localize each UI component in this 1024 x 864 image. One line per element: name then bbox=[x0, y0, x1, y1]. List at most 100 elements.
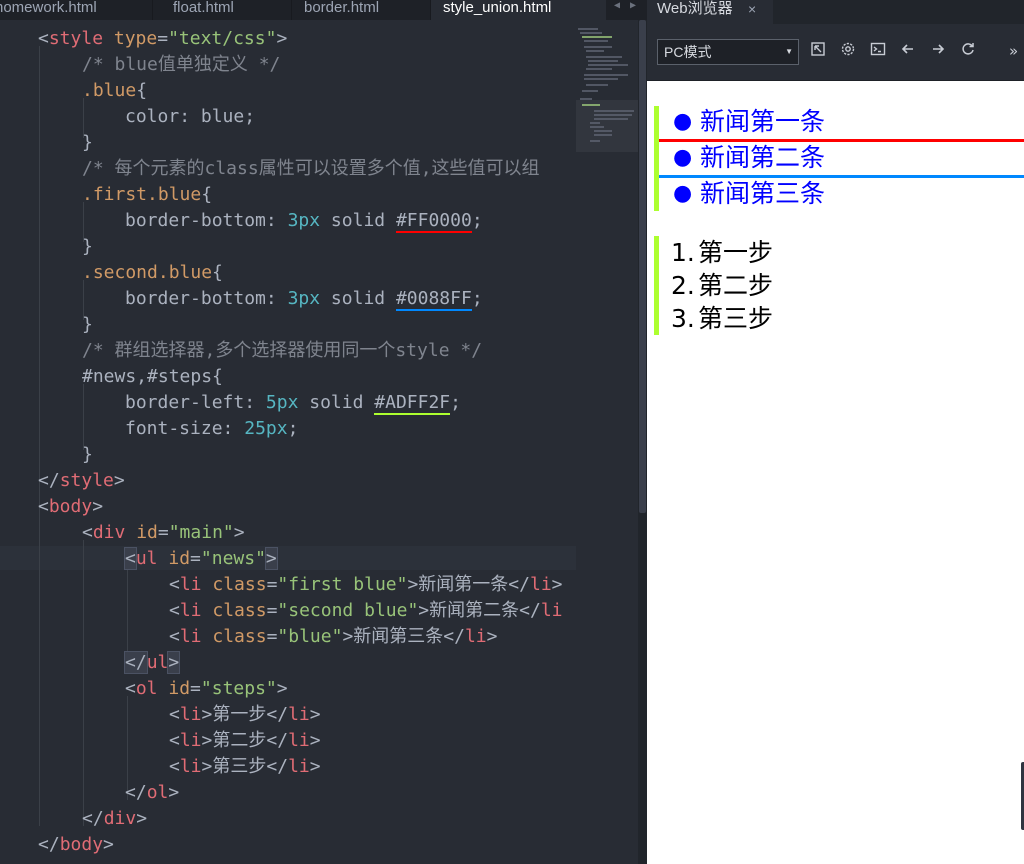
token: } bbox=[82, 132, 93, 153]
token: > bbox=[486, 626, 498, 647]
tab-scroll-right-icon[interactable]: ▶ bbox=[630, 0, 636, 12]
minimap[interactable] bbox=[576, 20, 638, 864]
token: < bbox=[169, 756, 180, 777]
token: div bbox=[92, 522, 126, 543]
code-line-5: } bbox=[0, 130, 93, 156]
token: > bbox=[233, 522, 245, 543]
code-line-22: <li class="first blue">新闻第一条</li> bbox=[0, 572, 563, 598]
token: < bbox=[82, 522, 93, 543]
token: </ bbox=[82, 808, 104, 829]
code-editor[interactable]: <style type="text/css"> /* blue值单独定义 */ … bbox=[0, 20, 576, 864]
token: : bbox=[244, 392, 266, 413]
token: ; bbox=[287, 418, 299, 439]
tab-style-union-html[interactable]: style_union.html bbox=[431, 0, 606, 20]
minimap-line bbox=[584, 78, 618, 80]
minimap-viewport[interactable] bbox=[576, 100, 638, 152]
code-line-12: } bbox=[0, 312, 93, 338]
token: 第一步 bbox=[212, 704, 267, 725]
matched-bracket: > bbox=[264, 547, 278, 570]
settings-icon[interactable] bbox=[838, 41, 858, 61]
code-line-3: .blue{ bbox=[0, 78, 147, 104]
property: border-bottom bbox=[125, 288, 266, 309]
tab-border-html[interactable]: border.html bbox=[292, 0, 430, 20]
token: < bbox=[169, 626, 180, 647]
tab-homework-html[interactable]: homework.html bbox=[0, 0, 152, 20]
step-label: 第三步 bbox=[698, 304, 774, 333]
code-line-17: } bbox=[0, 442, 93, 468]
selector: #news,#steps bbox=[82, 366, 213, 387]
minimap-line bbox=[582, 104, 600, 106]
minimap-line bbox=[594, 118, 628, 120]
token: body bbox=[59, 834, 104, 855]
token: < bbox=[169, 704, 180, 725]
token: </ bbox=[125, 782, 147, 803]
minimap-line bbox=[580, 32, 602, 34]
code-line-8: border-bottom: 3px solid #FF0000; bbox=[0, 208, 483, 234]
number: 5px bbox=[265, 392, 299, 413]
comment: /* 每个元素的class属性可以设置多个值,这些值可以组 bbox=[82, 158, 540, 179]
token: ol bbox=[146, 782, 169, 803]
code-line-10: .second.blue{ bbox=[0, 260, 223, 286]
news-item-third: ● 新闻第三条 bbox=[659, 178, 1024, 211]
console-icon[interactable] bbox=[868, 41, 888, 61]
token: : bbox=[222, 418, 245, 439]
code-line-11: border-bottom: 3px solid #0088FF; bbox=[0, 286, 483, 312]
step-item: 2. 第二步 bbox=[659, 269, 854, 302]
step-label: 第二步 bbox=[698, 271, 774, 300]
refresh-icon[interactable] bbox=[958, 41, 978, 61]
news-item-first: ● 新闻第一条 bbox=[659, 106, 1024, 142]
news-item-second: ● 新闻第二条 bbox=[659, 142, 1024, 178]
token: type bbox=[103, 28, 158, 49]
minimap-line bbox=[584, 46, 612, 48]
matched-bracket: < bbox=[124, 547, 137, 570]
more-icon[interactable]: » bbox=[1009, 41, 1024, 61]
tab-web-browser[interactable]: Web浏览器 × bbox=[647, 0, 773, 24]
value: solid bbox=[320, 288, 396, 309]
tab-label: border.html bbox=[304, 0, 380, 16]
token: < bbox=[169, 600, 180, 621]
value: solid bbox=[320, 210, 396, 231]
token: : bbox=[265, 210, 288, 231]
bullet-icon: ● bbox=[673, 109, 693, 134]
bullet-icon: ● bbox=[673, 145, 693, 170]
code-line-26: <ol id="steps"> bbox=[0, 676, 288, 702]
token: : bbox=[265, 288, 288, 309]
open-external-icon[interactable] bbox=[808, 41, 828, 61]
token: { bbox=[136, 80, 148, 101]
minimap-line bbox=[590, 126, 604, 128]
token: 第二步 bbox=[212, 730, 267, 751]
close-icon[interactable]: × bbox=[748, 0, 756, 18]
tab-label: homework.html bbox=[0, 0, 97, 16]
property: color bbox=[125, 106, 180, 127]
token: > bbox=[201, 756, 213, 777]
token: id bbox=[157, 678, 191, 699]
tab-float-html[interactable]: float.html bbox=[153, 0, 291, 20]
code-line-14: #news,#steps{ bbox=[0, 364, 223, 390]
code-line-2: /* blue值单独定义 */ bbox=[0, 52, 280, 78]
forward-icon[interactable] bbox=[928, 41, 948, 61]
matched-bracket: </ bbox=[124, 651, 148, 674]
token: { bbox=[212, 366, 223, 387]
browser-viewport[interactable]: ● 新闻第一条 ● 新闻第二条 ● 新闻第三条 1. 第一步 2. 第二步 3. 第三… bbox=[647, 81, 1024, 864]
token: li bbox=[179, 730, 202, 751]
property: border-bottom bbox=[125, 210, 266, 231]
selector: .first.blue bbox=[82, 184, 202, 205]
tab-scroll-left-icon[interactable]: ◀ bbox=[614, 0, 620, 12]
editor-scrollbar[interactable] bbox=[638, 20, 647, 864]
token: ; bbox=[471, 288, 483, 309]
back-icon[interactable] bbox=[898, 41, 918, 61]
code-line-1: <style type="text/css"> bbox=[0, 26, 287, 52]
token: > bbox=[92, 496, 104, 517]
token: < bbox=[169, 730, 180, 751]
mode-select[interactable]: PC模式 ▼ bbox=[657, 39, 799, 65]
token: { bbox=[201, 184, 213, 205]
scrollbar-thumb[interactable] bbox=[639, 20, 646, 513]
token: li bbox=[464, 626, 487, 647]
chevron-down-icon: ▼ bbox=[785, 47, 793, 56]
token: "steps" bbox=[200, 678, 277, 699]
token: </ bbox=[266, 704, 289, 725]
code-line-20: <div id="main"> bbox=[0, 520, 245, 546]
minimap-line bbox=[584, 74, 628, 76]
token: > bbox=[276, 28, 288, 49]
token: div bbox=[103, 808, 137, 829]
